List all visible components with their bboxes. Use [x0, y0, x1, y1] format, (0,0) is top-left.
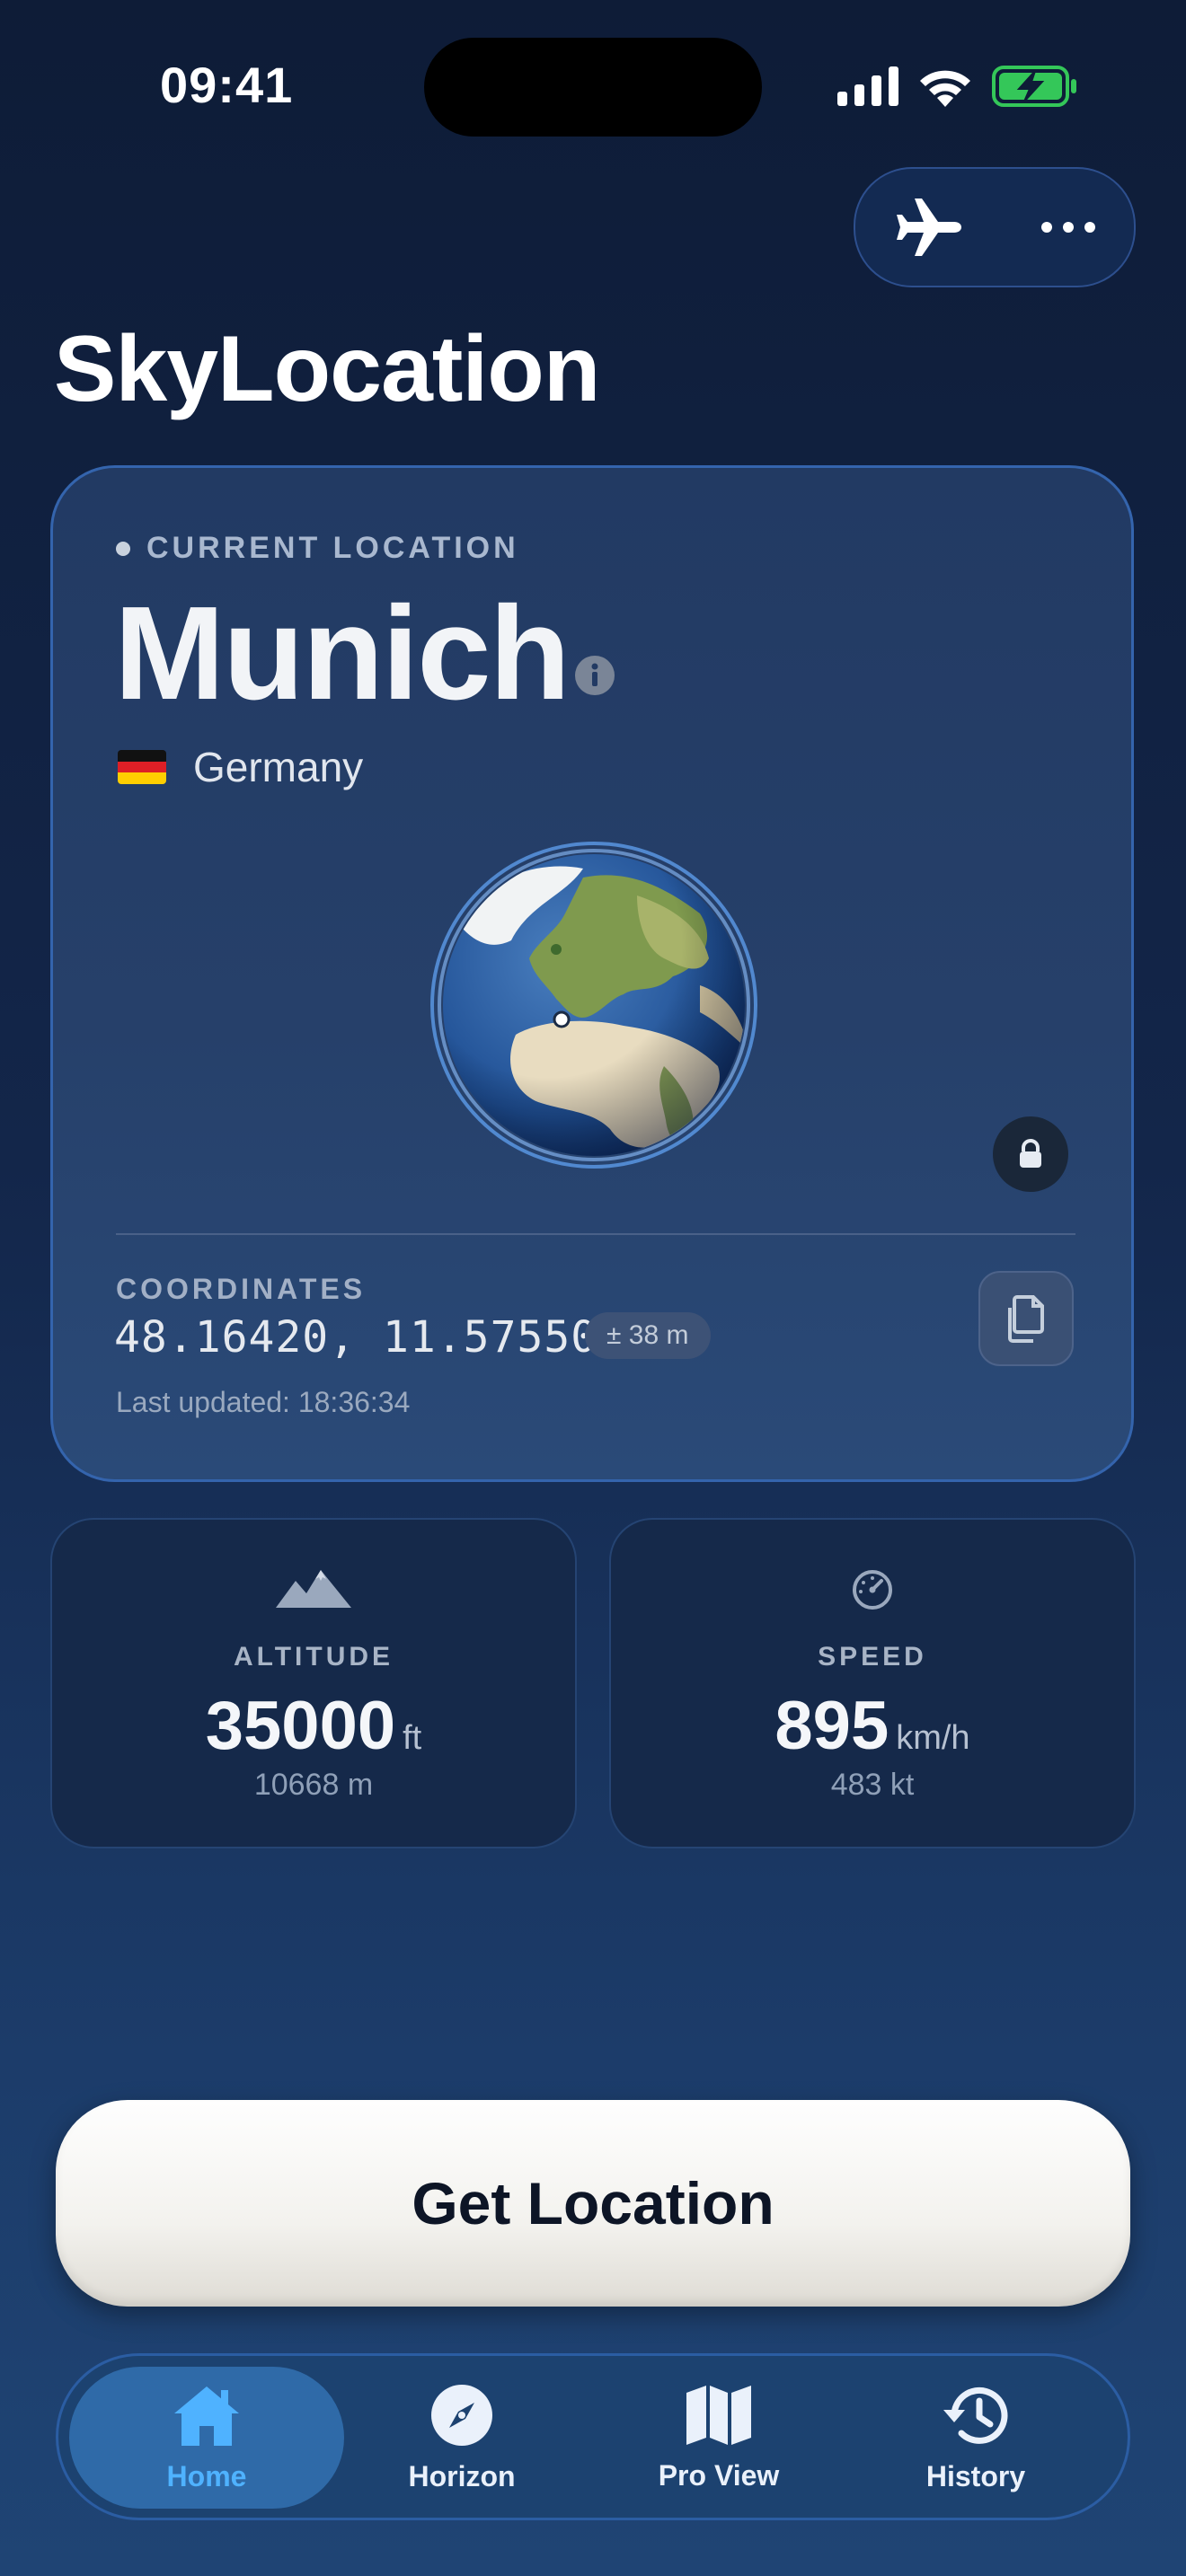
city-name: Munich	[114, 579, 571, 728]
altitude-value: 35000	[205, 1688, 396, 1764]
battery-charging-icon	[992, 66, 1076, 107]
top-action-pill	[854, 167, 1136, 287]
tab-history[interactable]: History	[838, 2367, 1113, 2509]
lock-button[interactable]	[993, 1116, 1068, 1192]
copy-icon	[1008, 1295, 1044, 1343]
card-divider	[116, 1233, 1075, 1235]
speed-card: SPEED 895 km/h 483 kt	[609, 1518, 1136, 1848]
coordinates-label: COORDINATES	[116, 1273, 367, 1305]
tab-home-label: Home	[166, 2459, 247, 2492]
accuracy-badge: ± 38 m	[585, 1312, 711, 1359]
mountains-icon	[276, 1570, 351, 1608]
speed-value: 895	[774, 1688, 890, 1764]
country-name: Germany	[193, 744, 364, 790]
tab-bar: Home Horizon Pro View History	[56, 2353, 1130, 2520]
country-row: Germany	[118, 743, 363, 791]
speed-secondary: 483 kt	[830, 1768, 915, 1802]
coordinates-value: 48.16420, 11.57550	[114, 1312, 598, 1363]
current-location-card: CURRENT LOCATION Munich Germany COORDINA…	[50, 465, 1134, 1482]
status-time: 09:41	[160, 57, 294, 113]
tab-history-label: History	[925, 2459, 1026, 2492]
last-updated-text: Last updated: 18:36:34	[116, 1386, 411, 1418]
dynamic-island	[424, 38, 762, 137]
altitude-card: ALTITUDE 35000 ft 10668 m	[50, 1518, 577, 1848]
altitude-label: ALTITUDE	[233, 1642, 394, 1672]
current-location-label: CURRENT LOCATION	[116, 531, 519, 566]
map-icon	[686, 2385, 751, 2445]
house-icon	[174, 2386, 239, 2446]
altitude-unit: ft	[403, 1719, 422, 1757]
cellular-signal-icon	[837, 66, 898, 106]
ellipsis-icon[interactable]	[1040, 220, 1097, 234]
altitude-secondary: 10668 m	[253, 1768, 374, 1802]
globe-icon	[430, 842, 757, 1169]
location-marker-icon	[553, 1010, 571, 1028]
get-location-button[interactable]: Get Location	[56, 2100, 1130, 2307]
tab-home[interactable]: Home	[69, 2367, 344, 2509]
wifi-icon	[920, 70, 970, 107]
speed-label: SPEED	[818, 1642, 927, 1672]
speed-unit: km/h	[896, 1719, 970, 1757]
tab-pro-view-label: Pro View	[658, 2458, 780, 2492]
tab-horizon[interactable]: Horizon	[324, 2367, 599, 2509]
airplane-icon[interactable]	[893, 195, 965, 260]
compass-icon	[431, 2384, 492, 2446]
status-dot-icon	[116, 541, 130, 556]
info-icon[interactable]	[574, 655, 615, 696]
status-icons	[837, 63, 1078, 110]
current-location-label-text: CURRENT LOCATION	[146, 531, 519, 565]
tab-horizon-label: Horizon	[408, 2459, 516, 2492]
copy-coordinates-button[interactable]	[978, 1271, 1074, 1366]
lock-icon	[1020, 1139, 1041, 1168]
history-icon	[943, 2386, 1008, 2444]
speedometer-icon	[853, 1570, 892, 1610]
app-title: SkyLocation	[54, 317, 600, 421]
germany-flag-icon	[118, 750, 166, 784]
tab-pro-view[interactable]: Pro View	[581, 2367, 856, 2509]
